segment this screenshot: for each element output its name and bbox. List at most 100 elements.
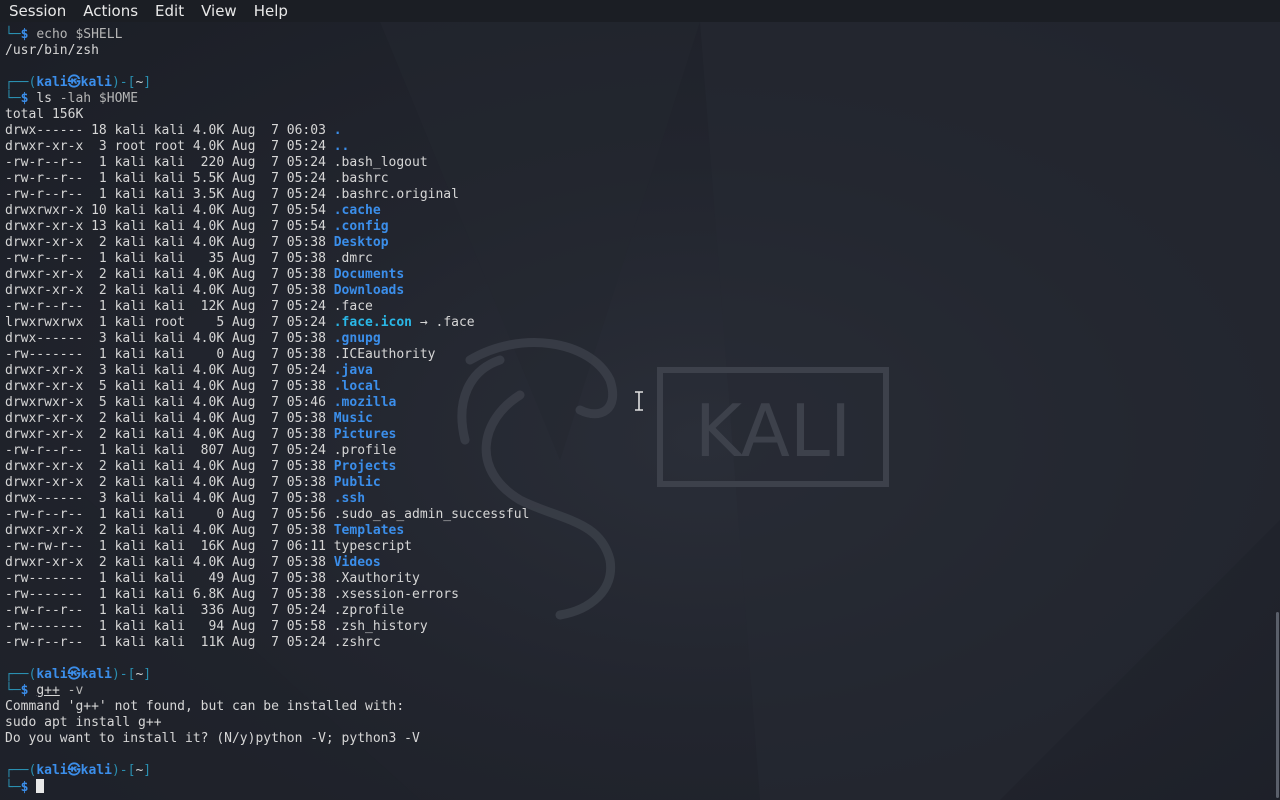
- prompt-frame: ]: [143, 75, 152, 90]
- ls-entry: -rw-r--r-- 1 kali kali 336 Aug 7 05:24 .…: [5, 603, 529, 619]
- prompt-line: └─$ g++ -v: [5, 683, 529, 699]
- ls-entry-name: .: [333, 123, 342, 138]
- ls-entry: drwx------ 3 kali kali 4.0K Aug 7 05:38 …: [5, 331, 529, 347]
- prompt-symbol: $: [20, 780, 37, 795]
- menu-session[interactable]: Session: [0, 0, 74, 22]
- prompt-symbol: $: [20, 683, 37, 698]
- ls-entry-meta: -rw-r--r-- 1 kali kali 220 Aug 7 05:24: [5, 155, 334, 170]
- prompt-header: ┌──(kali㉿kali)-[~]: [5, 667, 529, 683]
- ls-entry-name: .bashrc.original: [333, 187, 459, 202]
- ls-entry-name: .dmrc: [333, 251, 373, 266]
- ls-entry-meta: drwxr-xr-x 3 root root 4.0K Aug 7 05:24: [5, 139, 334, 154]
- ls-entry-name: .mozilla: [333, 395, 397, 410]
- ls-entry: drwxr-xr-x 2 kali kali 4.0K Aug 7 05:38 …: [5, 459, 529, 475]
- ls-entry-name: Videos: [333, 555, 381, 570]
- ls-total: total 156K: [5, 107, 84, 122]
- ls-entry: -rw------- 1 kali kali 6.8K Aug 7 05:38 …: [5, 587, 529, 603]
- menu-edit[interactable]: Edit: [146, 0, 192, 22]
- ls-entry: -rw------- 1 kali kali 49 Aug 7 05:38 .X…: [5, 571, 529, 587]
- output-line: sudo apt install g++: [5, 715, 529, 731]
- ls-entry: drwxr-xr-x 3 kali kali 4.0K Aug 7 05:24 …: [5, 363, 529, 379]
- ls-entry-meta: drwxrwxr-x 5 kali kali 4.0K Aug 7 05:46: [5, 395, 334, 410]
- ls-entry-name: .gnupg: [333, 331, 381, 346]
- ls-entry: drwx------ 18 kali kali 4.0K Aug 7 06:03…: [5, 123, 529, 139]
- ls-entry-name: .zshrc: [333, 635, 381, 650]
- prompt-header: ┌──(kali㉿kali)-[~]: [5, 75, 529, 91]
- ls-entry-name: Music: [333, 411, 373, 426]
- prompt-frame: ]: [143, 667, 152, 682]
- ls-entry-meta: drwx------ 3 kali kali 4.0K Aug 7 05:38: [5, 491, 334, 506]
- ls-entry: -rw-r--r-- 1 kali kali 3.5K Aug 7 05:24 …: [5, 187, 529, 203]
- ls-entry: -rw-r--r-- 1 kali kali 12K Aug 7 05:24 .…: [5, 299, 529, 315]
- command-gpp-args: -v: [59, 683, 84, 698]
- ls-entry-meta: lrwxrwxrwx 1 kali root 5 Aug 7 05:24: [5, 315, 334, 330]
- ls-entry-meta: -rw-r--r-- 1 kali kali 35 Aug 7 05:38: [5, 251, 334, 266]
- ls-entry-name: .zsh_history: [333, 619, 428, 634]
- ls-entry: drwxr-xr-x 2 kali kali 4.0K Aug 7 05:38 …: [5, 555, 529, 571]
- ls-entry: -rw-r--r-- 1 kali kali 807 Aug 7 05:24 .…: [5, 443, 529, 459]
- ls-entry: -rw-r--r-- 1 kali kali 11K Aug 7 05:24 .…: [5, 635, 529, 651]
- gpp-output-line: Command 'g++' not found, but can be inst…: [5, 699, 405, 714]
- prompt-frame: ┌──(: [5, 763, 37, 778]
- gpp-output-line: Do you want to install it? (N/y)python -…: [5, 731, 420, 746]
- ls-entry-meta: -rw------- 1 kali kali 49 Aug 7 05:38: [5, 571, 334, 586]
- ls-entry-name: .xsession-errors: [333, 587, 459, 602]
- terminal-output[interactable]: └─$ echo $SHELL/usr/bin/zsh ┌──(kali㉿kali…: [5, 27, 529, 795]
- ls-entry-name: .zprofile: [333, 603, 405, 618]
- ls-entry-meta: drwx------ 3 kali kali 4.0K Aug 7 05:38: [5, 331, 334, 346]
- ls-entry-name: .Xauthority: [333, 571, 420, 586]
- ls-entry: lrwxrwxrwx 1 kali root 5 Aug 7 05:24 .fa…: [5, 315, 529, 331]
- command-ls-args: -lah $HOME: [51, 91, 139, 106]
- ls-entry-meta: drwxr-xr-x 2 kali kali 4.0K Aug 7 05:38: [5, 267, 334, 282]
- prompt-user: kali: [36, 667, 68, 682]
- ls-entry: -rw-rw-r-- 1 kali kali 16K Aug 7 06:11 t…: [5, 539, 529, 555]
- text-cursor: [36, 779, 45, 793]
- prompt-frame: ]: [143, 763, 152, 778]
- prompt-line: └─$ echo $SHELL: [5, 27, 529, 43]
- ls-entry-name: .ssh: [333, 491, 366, 506]
- scrollbar-thumb[interactable]: [1276, 612, 1279, 798]
- menu-view[interactable]: View: [192, 0, 245, 22]
- ls-entry: drwxr-xr-x 13 kali kali 4.0K Aug 7 05:54…: [5, 219, 529, 235]
- ls-entry: drwxr-xr-x 2 kali kali 4.0K Aug 7 05:38 …: [5, 235, 529, 251]
- ls-entry-meta: -rw-r--r-- 1 kali kali 12K Aug 7 05:24: [5, 299, 334, 314]
- ls-link-target: .face: [435, 315, 475, 330]
- ls-entry-name: .cache: [333, 203, 381, 218]
- output-line: total 156K: [5, 107, 529, 123]
- ls-entry-meta: drwxr-xr-x 2 kali kali 4.0K Aug 7 05:38: [5, 459, 334, 474]
- prompt-user: kali: [36, 75, 68, 90]
- ls-entry: -rw-r--r-- 1 kali kali 5.5K Aug 7 05:24 …: [5, 171, 529, 187]
- ls-entry-name: .bashrc: [333, 171, 389, 186]
- ls-entry-meta: drwxr-xr-x 2 kali kali 4.0K Aug 7 05:38: [5, 283, 334, 298]
- ls-entry: drwxr-xr-x 2 kali kali 4.0K Aug 7 05:38 …: [5, 475, 529, 491]
- terminal-window: Session Actions Edit View Help KALI └─$ …: [0, 0, 1280, 800]
- ls-entry-meta: -rw------- 1 kali kali 94 Aug 7 05:58: [5, 619, 334, 634]
- ls-entry-meta: -rw-rw-r-- 1 kali kali 16K Aug 7 06:11: [5, 539, 334, 554]
- kali-logo-text: KALI: [695, 389, 852, 473]
- ls-entry-meta: drwxr-xr-x 2 kali kali 4.0K Aug 7 05:38: [5, 411, 334, 426]
- ls-entry-meta: -rw-r--r-- 1 kali kali 0 Aug 7 05:56: [5, 507, 334, 522]
- ls-entry-meta: -rw------- 1 kali kali 0 Aug 7 05:38: [5, 347, 334, 362]
- ls-entry-name: .face.icon: [333, 315, 413, 330]
- ls-entry-name: .java: [333, 363, 373, 378]
- ls-entry-name: Pictures: [333, 427, 397, 442]
- ls-entry-name: typescript: [333, 539, 413, 554]
- command-gpp: g++: [36, 683, 60, 698]
- ls-entry-meta: -rw-r--r-- 1 kali kali 336 Aug 7 05:24: [5, 603, 334, 618]
- menu-bar: Session Actions Edit View Help: [0, 0, 1280, 22]
- prompt-frame: └─: [5, 683, 21, 698]
- gpp-output-line: sudo apt install g++: [5, 715, 162, 730]
- ls-entry-name: .bash_logout: [333, 155, 428, 170]
- output-line: Command 'g++' not found, but can be inst…: [5, 699, 529, 715]
- ls-entry: drwxr-xr-x 2 kali kali 4.0K Aug 7 05:38 …: [5, 267, 529, 283]
- prompt-frame: ┌──(: [5, 667, 37, 682]
- menu-actions[interactable]: Actions: [74, 0, 146, 22]
- menu-help[interactable]: Help: [245, 0, 296, 22]
- ls-entry: -rw------- 1 kali kali 94 Aug 7 05:58 .z…: [5, 619, 529, 635]
- command-echo: echo $SHELL: [36, 27, 123, 42]
- output-line: Do you want to install it? (N/y)python -…: [5, 731, 529, 747]
- prompt-at-icon: ㉿: [67, 667, 81, 682]
- ls-entry-name: Projects: [333, 459, 397, 474]
- ls-entry-name: Desktop: [333, 235, 389, 250]
